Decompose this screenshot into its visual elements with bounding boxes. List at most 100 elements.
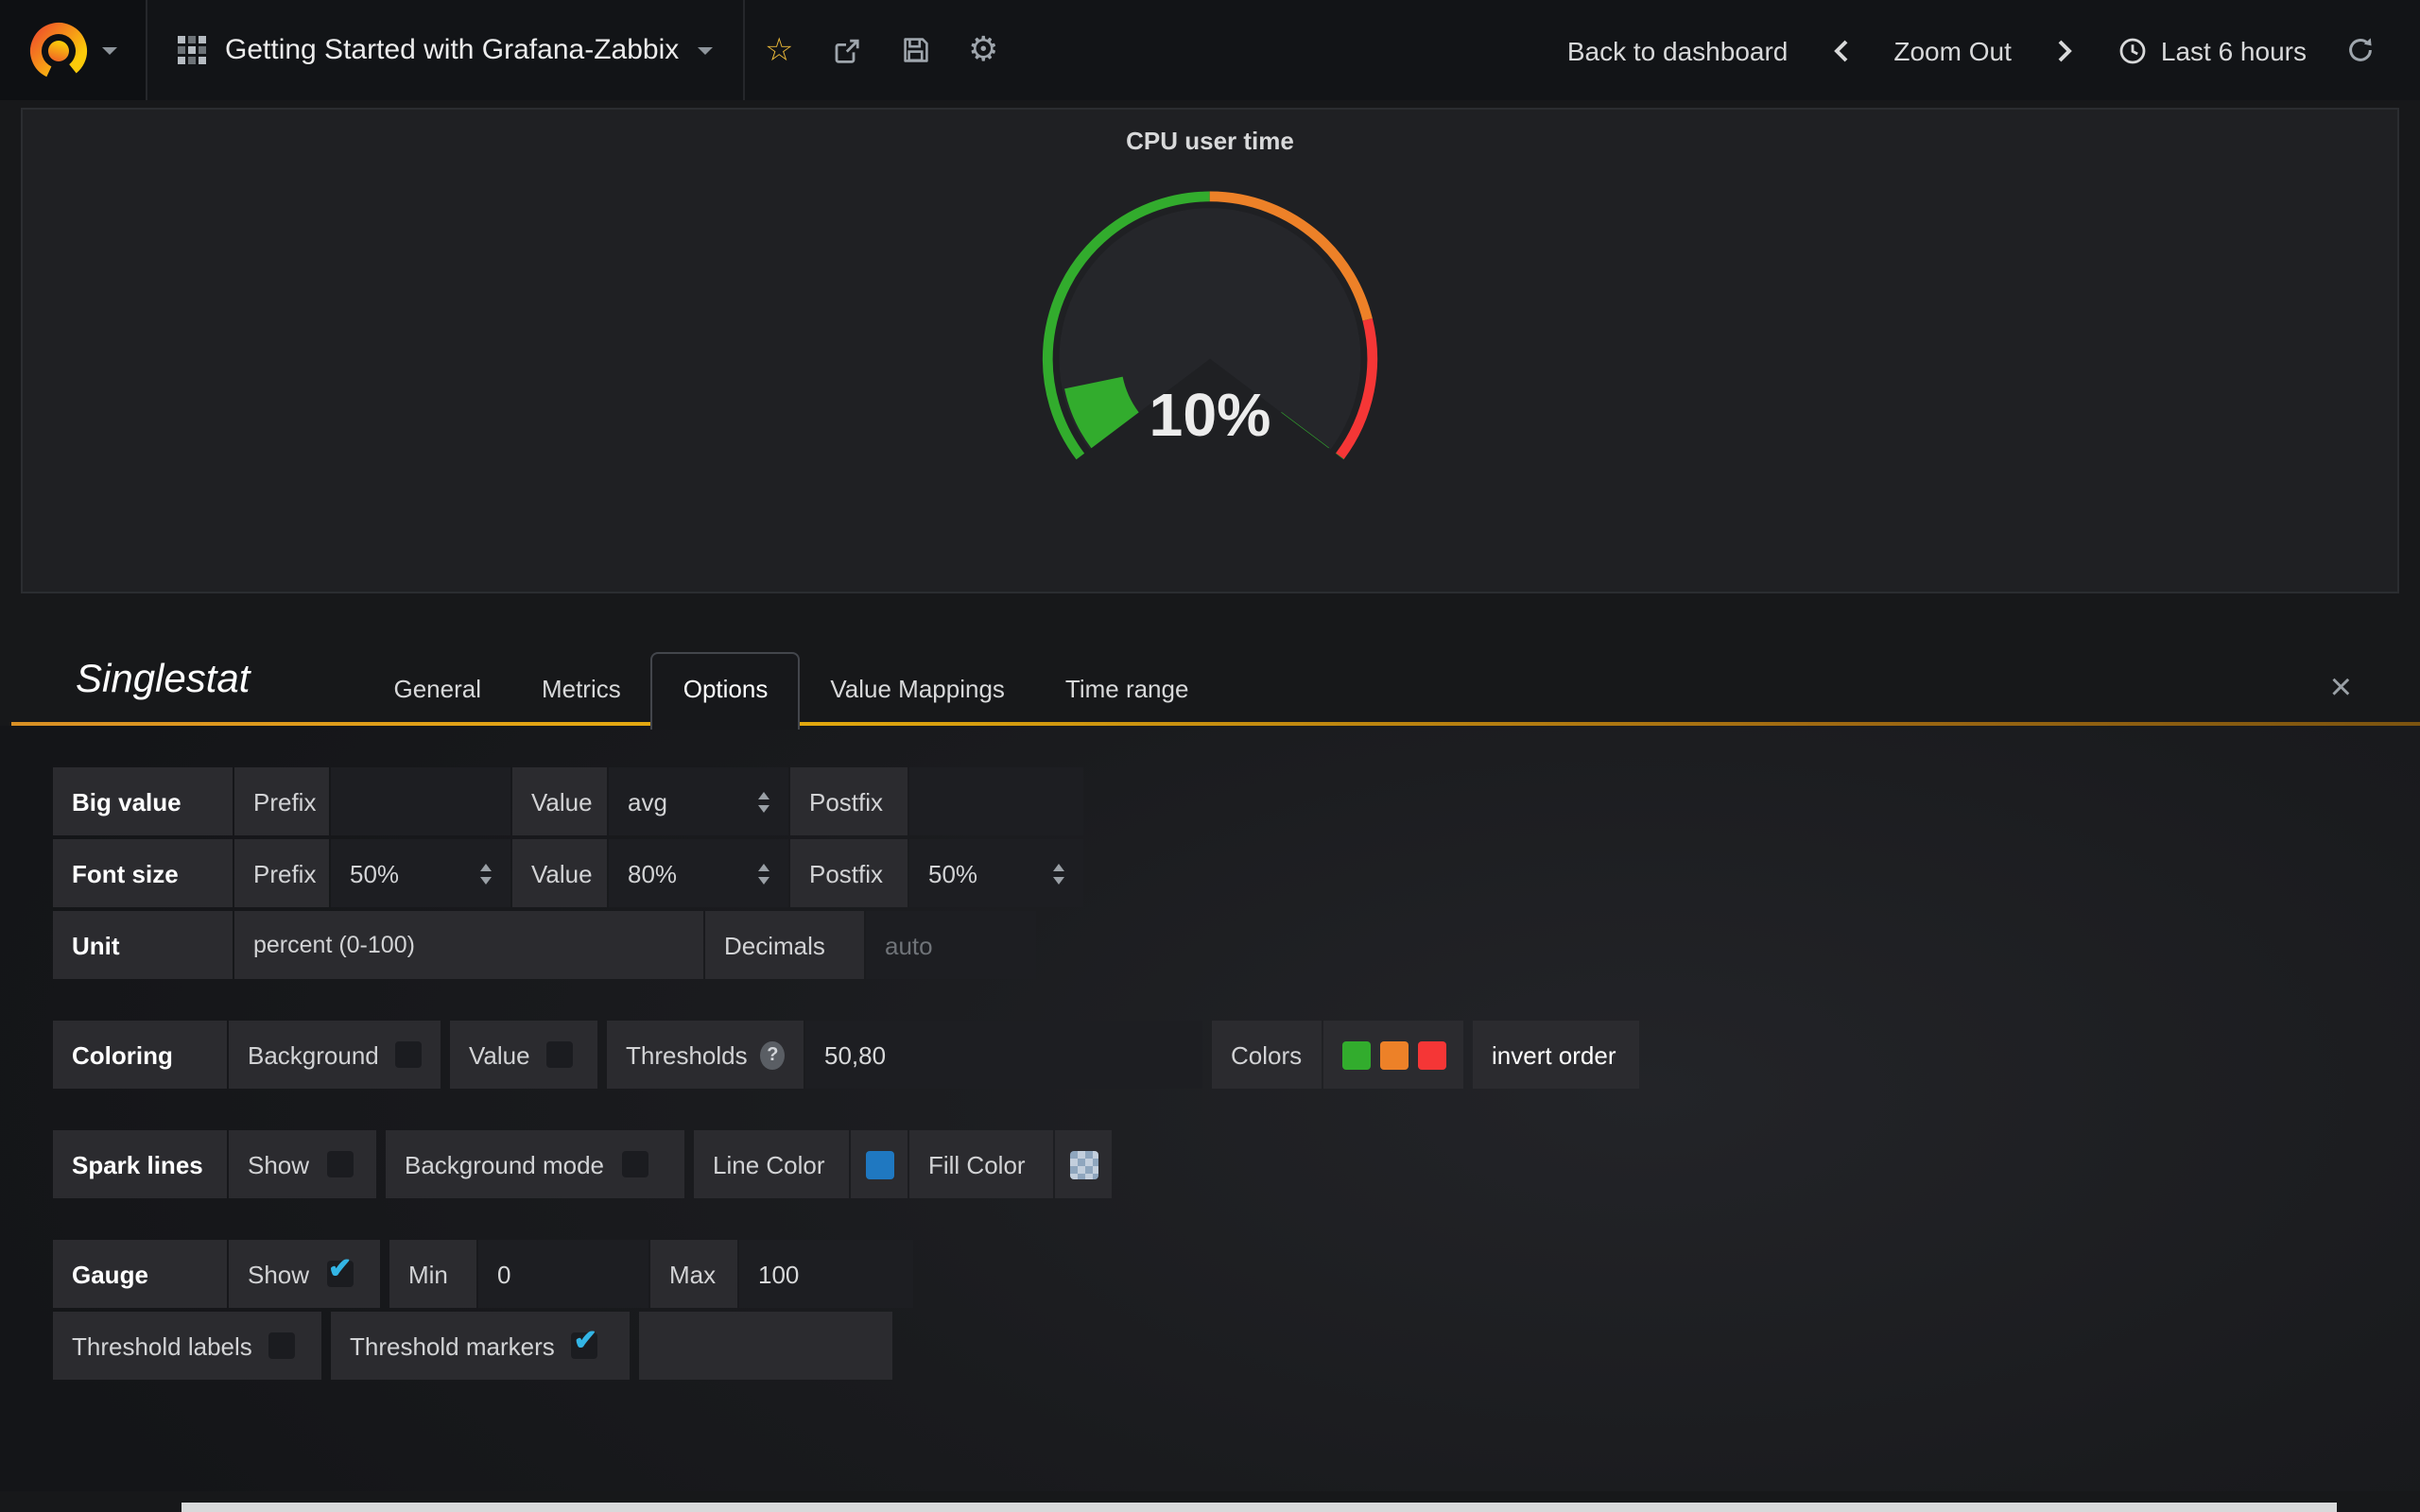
select-arrows-icon: [758, 863, 769, 884]
gauge-label: Gauge: [53, 1240, 227, 1308]
gauge-row: Gauge Show Min Max: [53, 1240, 2420, 1308]
color-swatch-red[interactable]: [1418, 1040, 1446, 1069]
empty-cell: [639, 1312, 892, 1380]
font-value-value: 80%: [628, 859, 677, 887]
tab-time-range[interactable]: Time range: [1035, 654, 1219, 726]
grafana-logo-icon: [28, 20, 89, 80]
time-shift-back-button[interactable]: [1806, 37, 1875, 63]
dashboard-grid-icon: [178, 36, 206, 64]
gauge-max-field[interactable]: [739, 1240, 913, 1308]
time-range-picker[interactable]: Last 6 hours: [2099, 35, 2325, 65]
threshold-markers-toggle[interactable]: Threshold markers: [331, 1312, 630, 1380]
spark-show-toggle[interactable]: Show: [229, 1130, 376, 1198]
gauge-show-checkbox[interactable]: [326, 1261, 353, 1287]
logo-caret-icon: [102, 46, 117, 54]
spark-background-mode-toggle[interactable]: Background mode: [386, 1130, 684, 1198]
back-to-dashboard-button[interactable]: Back to dashboard: [1548, 35, 1807, 65]
help-icon[interactable]: ?: [761, 1040, 785, 1069]
chevron-left-icon: [1829, 37, 1852, 63]
fill-color-label: Fill Color: [909, 1130, 1053, 1198]
font-prefix-select[interactable]: 50%: [331, 839, 510, 907]
top-navbar: Getting Started with Grafana-Zabbix ☆ ⚙: [0, 0, 2420, 100]
line-color-swatch[interactable]: [865, 1150, 893, 1178]
coloring-value-checkbox[interactable]: [547, 1041, 574, 1068]
decimals-field[interactable]: [866, 911, 1036, 979]
color-swatch-green[interactable]: [1342, 1040, 1371, 1069]
refresh-button[interactable]: [2325, 36, 2394, 64]
colors-label: Colors: [1212, 1021, 1322, 1089]
star-icon: ☆: [765, 31, 794, 69]
unit-label: Unit: [53, 911, 233, 979]
big-value-stat-value: avg: [628, 787, 667, 816]
threshold-markers-checkbox[interactable]: [572, 1332, 598, 1359]
clock-icon: [2118, 35, 2148, 65]
save-dashboard-button[interactable]: [881, 0, 949, 100]
threshold-labels-checkbox[interactable]: [269, 1332, 296, 1359]
gauge-min-input[interactable]: [497, 1260, 630, 1288]
coloring-value-label: Value: [469, 1040, 530, 1069]
coloring-background-checkbox[interactable]: [396, 1041, 423, 1068]
dashboard-title-dropdown[interactable]: Getting Started with Grafana-Zabbix: [147, 0, 743, 100]
close-editor-button[interactable]: ×: [2330, 669, 2352, 726]
spark-background-mode-label: Background mode: [405, 1150, 604, 1178]
font-postfix-label: Postfix: [790, 839, 908, 907]
threshold-labels-toggle[interactable]: Threshold labels: [53, 1312, 321, 1380]
gauge-max-input[interactable]: [758, 1260, 894, 1288]
thresholds-label: Thresholds: [626, 1040, 748, 1069]
title-caret-icon: [698, 46, 713, 54]
panel-type-title: Singlestat: [76, 658, 250, 726]
color-swatch-orange[interactable]: [1380, 1040, 1409, 1069]
fill-color-cell: [1055, 1130, 1112, 1198]
time-range-label: Last 6 hours: [2161, 35, 2307, 65]
tab-options[interactable]: Options: [651, 652, 801, 730]
big-value-stat-select[interactable]: avg: [609, 767, 788, 835]
unit-picker[interactable]: percent (0-100): [234, 911, 703, 979]
thresholds-field[interactable]: [805, 1021, 1202, 1089]
coloring-background-toggle[interactable]: Background: [229, 1021, 441, 1089]
grafana-menu-button[interactable]: [0, 0, 147, 100]
spark-show-checkbox[interactable]: [326, 1151, 353, 1177]
decimals-input[interactable]: [885, 931, 1017, 959]
share-dashboard-button[interactable]: [813, 0, 881, 100]
navbar-right-controls: Back to dashboard Zoom Out Last 6 hours: [1548, 0, 2420, 100]
invert-order-button[interactable]: invert order: [1473, 1021, 1639, 1089]
big-value-postfix-input[interactable]: [928, 787, 1064, 816]
font-postfix-select[interactable]: 50%: [909, 839, 1083, 907]
coloring-value-toggle[interactable]: Value: [450, 1021, 597, 1089]
big-value-prefix-field[interactable]: [331, 767, 510, 835]
unit-row: Unit percent (0-100) Decimals: [53, 911, 2420, 979]
select-arrows-icon: [480, 863, 492, 884]
spark-background-mode-checkbox[interactable]: [621, 1151, 648, 1177]
close-icon: ×: [2330, 667, 2352, 709]
font-value-select[interactable]: 80%: [609, 839, 788, 907]
prefix-label: Prefix: [234, 767, 329, 835]
tab-metrics[interactable]: Metrics: [511, 654, 651, 726]
thresholds-label-cell: Thresholds ?: [607, 1021, 804, 1089]
fill-color-swatch[interactable]: [1069, 1150, 1098, 1178]
font-postfix-value: 50%: [928, 859, 977, 887]
value-label: Value: [512, 767, 607, 835]
zoom-out-button[interactable]: Zoom Out: [1875, 35, 2031, 65]
thresholds-input[interactable]: [824, 1040, 1184, 1069]
gauge-visualization: 10%: [993, 178, 1427, 525]
spark-lines-row: Spark lines Show Background mode Line Co…: [53, 1130, 2420, 1198]
tab-general[interactable]: General: [363, 654, 511, 726]
settings-button[interactable]: ⚙: [949, 0, 1017, 100]
time-shift-forward-button[interactable]: [2031, 37, 2099, 63]
big-value-prefix-input[interactable]: [350, 787, 492, 816]
tab-value-mappings[interactable]: Value Mappings: [800, 654, 1035, 726]
spark-show-label: Show: [248, 1150, 309, 1178]
options-form: Big value Prefix Value avg Postfix: [0, 726, 2420, 1491]
editor-tabbar: Singlestat General Metrics Options Value…: [0, 652, 2420, 726]
gauge-show-toggle[interactable]: Show: [229, 1240, 380, 1308]
gauge-min-field[interactable]: [478, 1240, 648, 1308]
star-dashboard-button[interactable]: ☆: [745, 0, 813, 100]
share-icon: [832, 35, 862, 65]
font-prefix-value: 50%: [350, 859, 399, 887]
threshold-markers-label: Threshold markers: [350, 1332, 555, 1360]
font-prefix-label: Prefix: [234, 839, 329, 907]
big-value-postfix-field[interactable]: [909, 767, 1083, 835]
select-arrows-icon: [1053, 863, 1064, 884]
line-color-label: Line Color: [694, 1130, 849, 1198]
panel-title[interactable]: CPU user time: [1126, 127, 1294, 155]
